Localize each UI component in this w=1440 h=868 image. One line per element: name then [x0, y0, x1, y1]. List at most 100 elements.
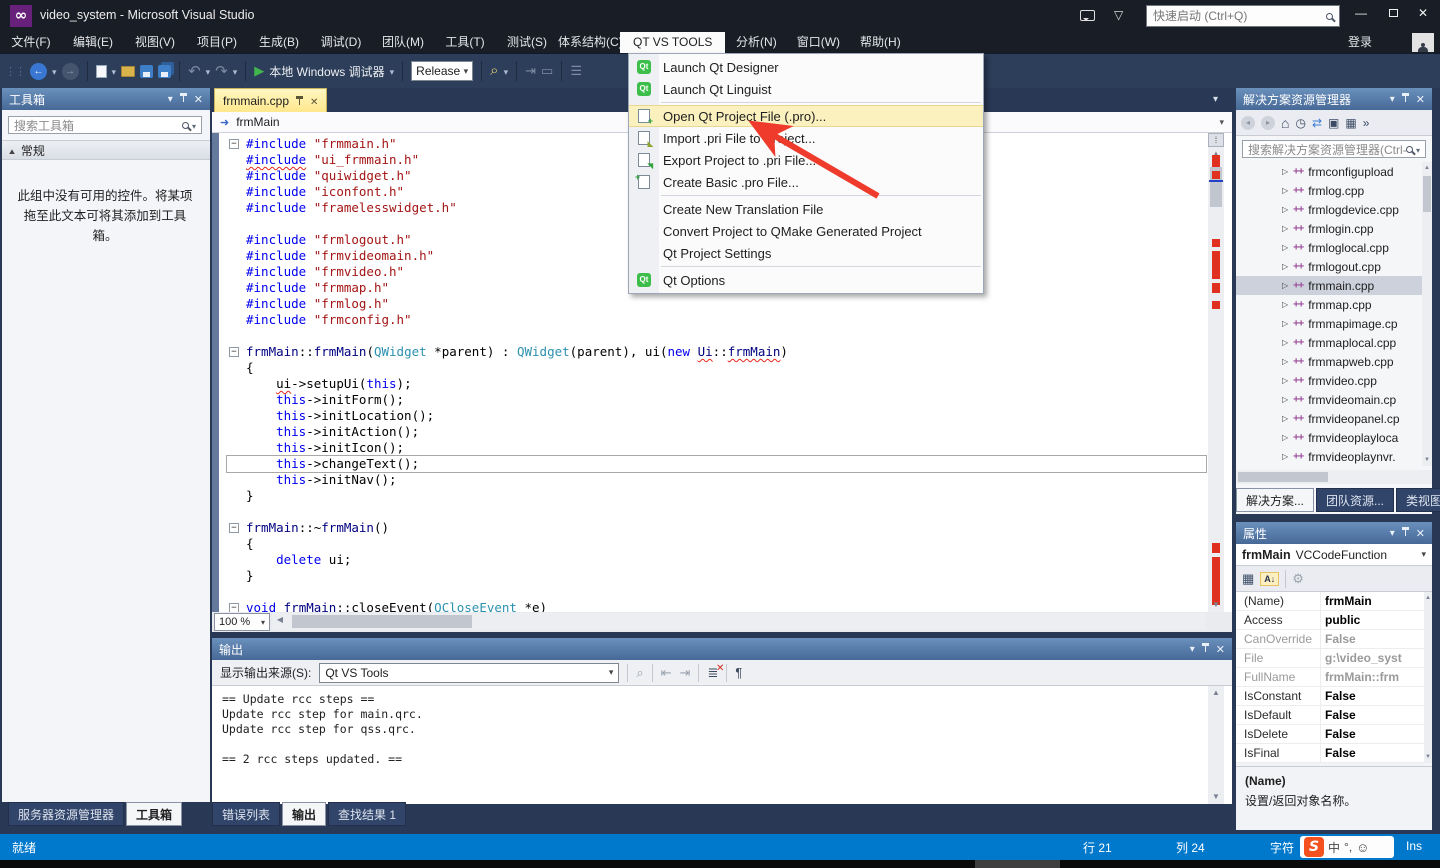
editor-vertical-scrollbar[interactable]	[1208, 133, 1224, 612]
code-line[interactable]: #include "frmconfig.h"	[227, 312, 1206, 328]
expander-icon[interactable]	[1282, 281, 1288, 290]
copy-icon[interactable]	[541, 63, 553, 79]
tab-find-results[interactable]: 查找结果 1	[328, 802, 406, 826]
maximize-button[interactable]	[1378, 0, 1408, 26]
code-line[interactable]: }	[227, 488, 1206, 504]
word-wrap-icon[interactable]	[735, 665, 742, 680]
scroll-down-icon[interactable]	[1422, 454, 1432, 466]
property-row[interactable]: Accesspublic	[1236, 611, 1424, 630]
forward-icon[interactable]	[1261, 116, 1275, 130]
menu-item-analyze[interactable]: 分析(N)	[725, 32, 787, 53]
collapse-all-icon[interactable]	[1345, 116, 1356, 130]
property-row[interactable]: Fileg:\video_syst	[1236, 649, 1424, 668]
menu-item-test[interactable]: 测试(S)	[496, 32, 558, 53]
scrollbar-thumb[interactable]	[292, 615, 472, 628]
window-position-icon[interactable]	[1190, 644, 1195, 655]
tab-toolbox[interactable]: 工具箱	[126, 802, 182, 826]
properties-header[interactable]: 属性	[1236, 522, 1432, 544]
ime-toolbar[interactable]: S 中 °,	[1300, 836, 1394, 858]
fold-margin[interactable]: −	[227, 520, 246, 536]
property-value[interactable]: False	[1320, 744, 1424, 762]
expander-icon[interactable]	[1282, 452, 1288, 461]
code-line[interactable]: delete ui;	[227, 552, 1206, 568]
menu-item-qt-project-settings[interactable]: Qt Project Settings	[629, 242, 983, 264]
fold-margin[interactable]: −	[227, 344, 246, 360]
expander-icon[interactable]	[1282, 338, 1288, 347]
home-icon[interactable]	[1281, 115, 1289, 131]
tab-error-list[interactable]: 错误列表	[212, 802, 280, 826]
property-value[interactable]: False	[1320, 725, 1424, 743]
file-item[interactable]: ++frmmapweb.cpp	[1236, 352, 1424, 371]
menu-item-project[interactable]: 项目(P)	[186, 32, 248, 53]
menu-item-help[interactable]: 帮助(H)	[849, 32, 911, 53]
ime-punctuation[interactable]: °,	[1344, 840, 1352, 854]
property-value[interactable]: False	[1320, 706, 1424, 724]
property-row[interactable]: IsDefaultFalse	[1236, 706, 1424, 725]
menu-item-create-translation-file[interactable]: Create New Translation File	[629, 198, 983, 220]
quick-launch-input[interactable]: 快速启动 (Ctrl+Q)	[1146, 5, 1340, 27]
back-icon[interactable]	[1241, 116, 1255, 130]
chevron-down-icon[interactable]	[1219, 117, 1224, 128]
clear-all-icon[interactable]	[707, 665, 718, 681]
navigate-back-icon[interactable]	[30, 63, 47, 80]
file-item[interactable]: ++frmmain.cpp	[1236, 276, 1424, 295]
property-pages-icon[interactable]	[1292, 570, 1304, 588]
user-avatar-icon[interactable]	[1412, 33, 1434, 52]
collapse-icon[interactable]: −	[229, 139, 239, 149]
categorized-icon[interactable]	[1242, 570, 1254, 588]
close-button[interactable]: ✕	[1408, 0, 1438, 26]
window-position-icon[interactable]	[1390, 528, 1395, 539]
undo-icon[interactable]	[188, 62, 201, 81]
tab-server-explorer[interactable]: 服务器资源管理器	[8, 802, 124, 826]
menu-item-edit[interactable]: 编辑(E)	[62, 32, 124, 53]
fold-margin[interactable]: −	[227, 136, 246, 152]
scroll-up-icon[interactable]	[1208, 686, 1224, 700]
scroll-down-icon[interactable]	[1424, 751, 1432, 763]
window-position-icon[interactable]	[168, 94, 173, 105]
output-scrollbar[interactable]	[1208, 686, 1224, 804]
sign-in-link[interactable]: 登录	[1348, 32, 1372, 53]
editor-horizontal-scrollbar[interactable]	[272, 613, 1206, 630]
expander-icon[interactable]	[1282, 262, 1288, 271]
sync-with-active-document-icon[interactable]	[1312, 116, 1322, 130]
code-line[interactable]: this->initIcon();	[227, 440, 1206, 456]
find-message-icon[interactable]	[636, 665, 643, 681]
editor-split-handle[interactable]	[1208, 133, 1224, 147]
output-header[interactable]: 输出	[212, 638, 1232, 660]
close-icon[interactable]	[310, 94, 318, 108]
code-line[interactable]: }	[227, 568, 1206, 584]
property-row[interactable]: IsDeleteFalse	[1236, 725, 1424, 744]
scroll-down-icon[interactable]	[1208, 598, 1224, 612]
show-all-files-icon[interactable]	[1328, 116, 1339, 130]
file-item[interactable]: ++frmvideoplaynvr.	[1236, 447, 1424, 466]
editor-zoom-select[interactable]: 100 %	[214, 613, 270, 631]
navigate-back-dropdown-icon[interactable]	[52, 62, 57, 80]
overflow-icon[interactable]	[1363, 116, 1370, 130]
find-dropdown-icon[interactable]	[504, 62, 509, 80]
expander-icon[interactable]	[1282, 167, 1288, 176]
property-row[interactable]: IsFinalFalse	[1236, 744, 1424, 763]
expander-icon[interactable]	[1282, 319, 1288, 328]
ime-language[interactable]: 中	[1328, 839, 1340, 856]
menu-item-build[interactable]: 生成(B)	[248, 32, 310, 53]
tab-output[interactable]: 输出	[282, 802, 326, 826]
scrollbar-thumb[interactable]	[1238, 472, 1328, 482]
menu-item-open-qt-project-file[interactable]: Open Qt Project File (.pro)...	[629, 105, 983, 127]
expander-icon[interactable]	[1282, 224, 1288, 233]
expander-icon[interactable]	[1282, 186, 1288, 195]
indent-icon[interactable]	[525, 63, 536, 79]
file-item[interactable]: ++frmlog.cpp	[1236, 181, 1424, 200]
menu-item-import-pri-file[interactable]: Import .pri File to Project...	[629, 127, 983, 149]
previous-message-icon[interactable]	[661, 665, 672, 681]
property-row[interactable]: FullNamefrmMain::frm	[1236, 668, 1424, 687]
code-line[interactable]: this->initNav();	[227, 472, 1206, 488]
document-tab-frmmain[interactable]: frmmain.cpp	[214, 88, 327, 112]
minimize-button[interactable]: —	[1346, 0, 1376, 26]
file-item[interactable]: ++frmmaplocal.cpp	[1236, 333, 1424, 352]
menu-item-debug[interactable]: 调试(D)	[310, 32, 372, 53]
output-source-select[interactable]: Qt VS Tools	[319, 663, 619, 683]
emoji-icon[interactable]	[1356, 840, 1369, 855]
solution-scrollbar[interactable]	[1422, 162, 1432, 466]
file-item[interactable]: ++frmvideopanel.cp	[1236, 409, 1424, 428]
expander-icon[interactable]	[1282, 357, 1288, 366]
